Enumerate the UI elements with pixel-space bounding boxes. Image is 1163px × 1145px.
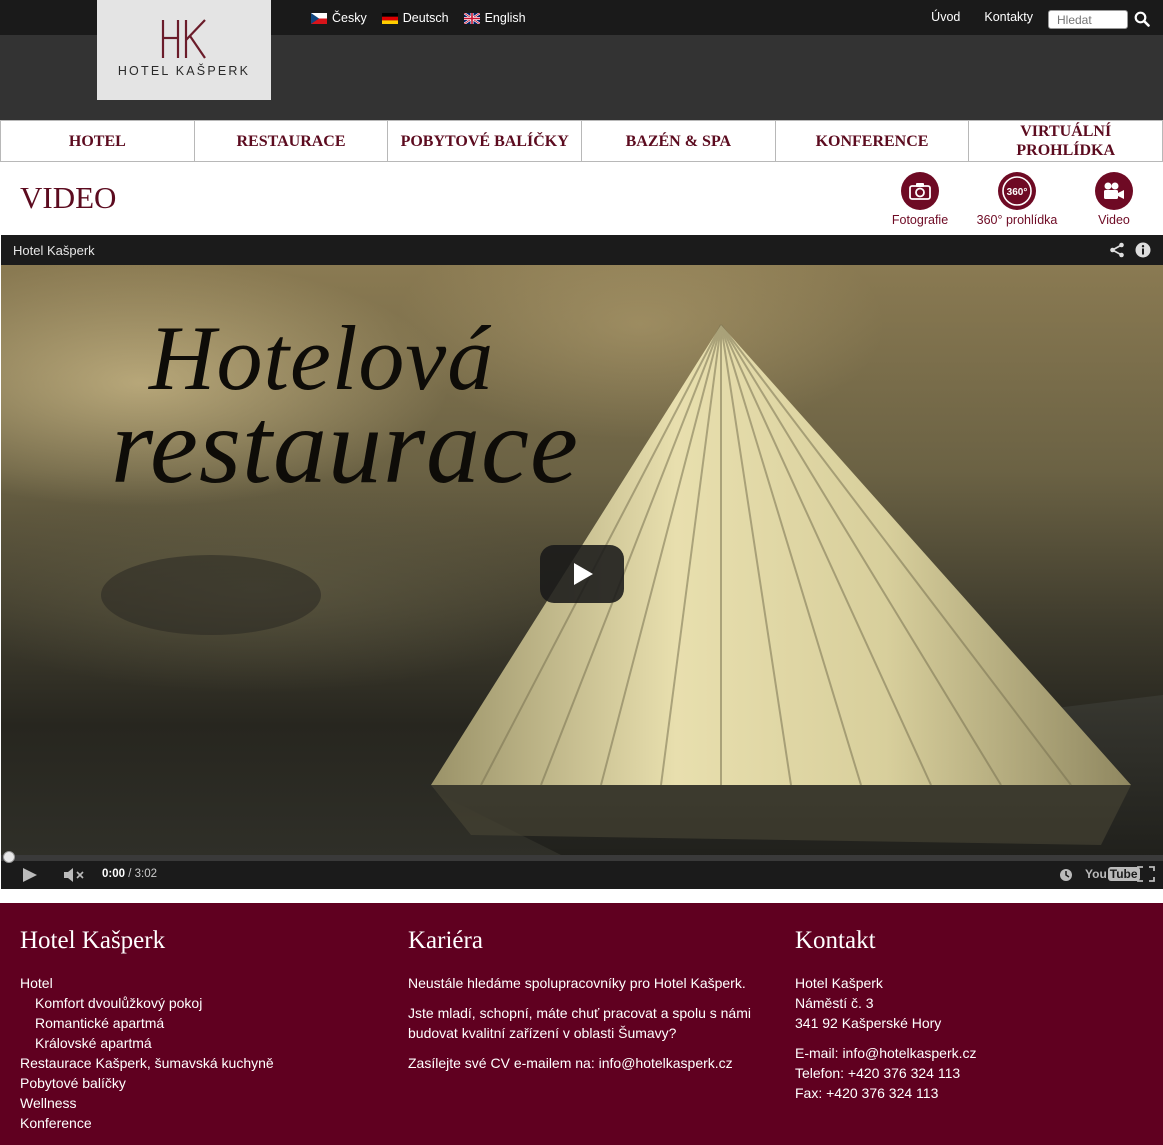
- footer-link[interactable]: Pobytové balíčky: [20, 1073, 380, 1093]
- address-line: Hotel Kašperk: [795, 975, 883, 991]
- main-nav: HOTEL RESTAURACE POBYTOVÉ BALÍČKY BAZÉN …: [0, 120, 1163, 162]
- video-title[interactable]: Hotel Kašperk: [13, 243, 95, 258]
- footer: Hotel Kašperk Hotel Komfort dvoulůžkový …: [0, 903, 1163, 1145]
- video-title-bar: Hotel Kašperk: [1, 235, 1163, 265]
- video-link[interactable]: Video: [1064, 172, 1163, 227]
- youtube-tube: Tube: [1107, 867, 1140, 881]
- video-overlay-title-2: restaurace: [111, 387, 579, 506]
- nav-restaurant[interactable]: RESTAURACE: [195, 121, 389, 161]
- fullscreen-icon[interactable]: [1137, 866, 1155, 882]
- search-icon[interactable]: [1134, 11, 1150, 27]
- footer-heading: Kontakt: [795, 927, 876, 954]
- video-frame[interactable]: Hotelová restaurace: [1, 265, 1163, 855]
- photos-link[interactable]: Fotografie: [870, 172, 970, 227]
- tour-badge: 360°: [1007, 187, 1028, 198]
- flag-gb-icon: [463, 12, 480, 24]
- youtube-logo-icon[interactable]: You Tube: [1085, 867, 1140, 883]
- top-links: Úvod Kontakty: [931, 10, 1033, 24]
- footer-hotel-list: Hotel Komfort dvoulůžkový pokoj Romantic…: [20, 973, 380, 1133]
- video-camera-icon: [1095, 172, 1133, 210]
- home-link[interactable]: Úvod: [931, 10, 960, 24]
- footer-link[interactable]: Komfort dvoulůžkový pokoj: [20, 993, 380, 1013]
- flag-cz-icon: [311, 12, 327, 24]
- photos-label: Fotografie: [891, 213, 949, 227]
- contact-email[interactable]: E-mail: info@hotelkasperk.cz: [795, 1043, 1155, 1063]
- progress-bar[interactable]: [1, 851, 1163, 863]
- tour-360-link[interactable]: 360° 360° prohlídka: [967, 172, 1067, 227]
- hotel-logo[interactable]: HOTEL KAŠPERK: [97, 0, 271, 100]
- career-text: Jste mladí, schopní, máte chuť pracovat …: [408, 1005, 751, 1041]
- footer-col-hotel: Hotel Kašperk Hotel Komfort dvoulůžkový …: [20, 903, 380, 1133]
- progress-scrubber[interactable]: [3, 851, 15, 863]
- search-input[interactable]: [1048, 10, 1128, 29]
- flag-de-icon: [381, 12, 398, 24]
- address-line: 341 92 Kašperské Hory: [795, 1015, 942, 1031]
- tour-label: 360° prohlídka: [976, 213, 1058, 227]
- page-title: VIDEO: [20, 180, 117, 215]
- footer-link[interactable]: Konference: [20, 1113, 380, 1133]
- current-time: 0:00: [102, 868, 126, 880]
- play-icon[interactable]: [21, 867, 39, 883]
- lang-cz[interactable]: Česky: [311, 11, 367, 25]
- lang-label: English: [484, 11, 526, 25]
- camera-icon: [901, 172, 939, 210]
- lang-de[interactable]: Deutsch: [381, 11, 449, 25]
- mute-icon[interactable]: [63, 867, 85, 883]
- panorama-360-icon: 360°: [998, 172, 1036, 210]
- nav-virtual-tour[interactable]: VIRTUÁLNÍ PROHLÍDKA: [969, 121, 1162, 161]
- footer-link[interactable]: Romantické apartmá: [20, 1013, 380, 1033]
- nav-conference[interactable]: KONFERENCE: [776, 121, 970, 161]
- contact-details: E-mail: info@hotelkasperk.cz Telefon: +4…: [795, 1043, 1155, 1103]
- language-switcher: Česky Deutsch English: [311, 10, 526, 26]
- nav-packages[interactable]: POBYTOVÉ BALÍČKY: [388, 121, 583, 161]
- duration: / 3:02: [128, 868, 158, 880]
- contact-address: Hotel Kašperk Náměstí č. 3 341 92 Kašper…: [795, 973, 1155, 1033]
- share-icon[interactable]: [1109, 242, 1125, 258]
- info-icon[interactable]: [1135, 242, 1151, 258]
- career-cv-text: Zasílejte své CV e-mailem na: info@hotel…: [408, 1055, 733, 1071]
- contacts-link[interactable]: Kontakty: [984, 10, 1033, 24]
- hk-monogram-icon: [161, 19, 206, 59]
- video-player[interactable]: Hotel Kašperk Hotelová restaurace 0:00 /…: [1, 235, 1163, 889]
- contact-fax: Fax: +420 376 324 113: [795, 1085, 939, 1101]
- nav-pool-spa[interactable]: BAZÉN & SPA: [582, 121, 776, 161]
- watch-later-icon[interactable]: [1059, 868, 1073, 882]
- big-play-button[interactable]: [540, 545, 624, 603]
- nav-hotel[interactable]: HOTEL: [1, 121, 195, 161]
- play-icon: [574, 563, 593, 585]
- time-display: 0:00 / 3:02: [102, 868, 157, 880]
- player-controls: 0:00 / 3:02 You Tube: [1, 851, 1163, 889]
- footer-link[interactable]: Hotel: [20, 973, 380, 993]
- footer-col-career: Kariéra Neustále hledáme spolupracovníky…: [408, 903, 768, 1083]
- footer-heading: Hotel Kašperk: [20, 927, 166, 954]
- footer-link[interactable]: Wellness: [20, 1093, 380, 1113]
- footer-link[interactable]: Královské apartmá: [20, 1033, 380, 1053]
- video-label: Video: [1098, 213, 1130, 227]
- lang-label: Česky: [332, 11, 367, 25]
- address-line: Náměstí č. 3: [795, 995, 874, 1011]
- footer-link[interactable]: Restaurace Kašperk, šumavská kuchyně: [20, 1053, 380, 1073]
- footer-col-contact: Kontakt Hotel Kašperk Náměstí č. 3 341 9…: [795, 903, 1155, 1113]
- career-text: Neustále hledáme spolupracovníky pro Hot…: [408, 975, 746, 991]
- lang-label: Deutsch: [402, 11, 449, 25]
- contact-phone: Telefon: +420 376 324 113: [795, 1065, 961, 1081]
- lang-en[interactable]: English: [463, 11, 526, 25]
- brand-name: HOTEL KAŠPERK: [117, 64, 251, 78]
- footer-heading: Kariéra: [408, 927, 483, 954]
- youtube-you: You: [1085, 867, 1107, 881]
